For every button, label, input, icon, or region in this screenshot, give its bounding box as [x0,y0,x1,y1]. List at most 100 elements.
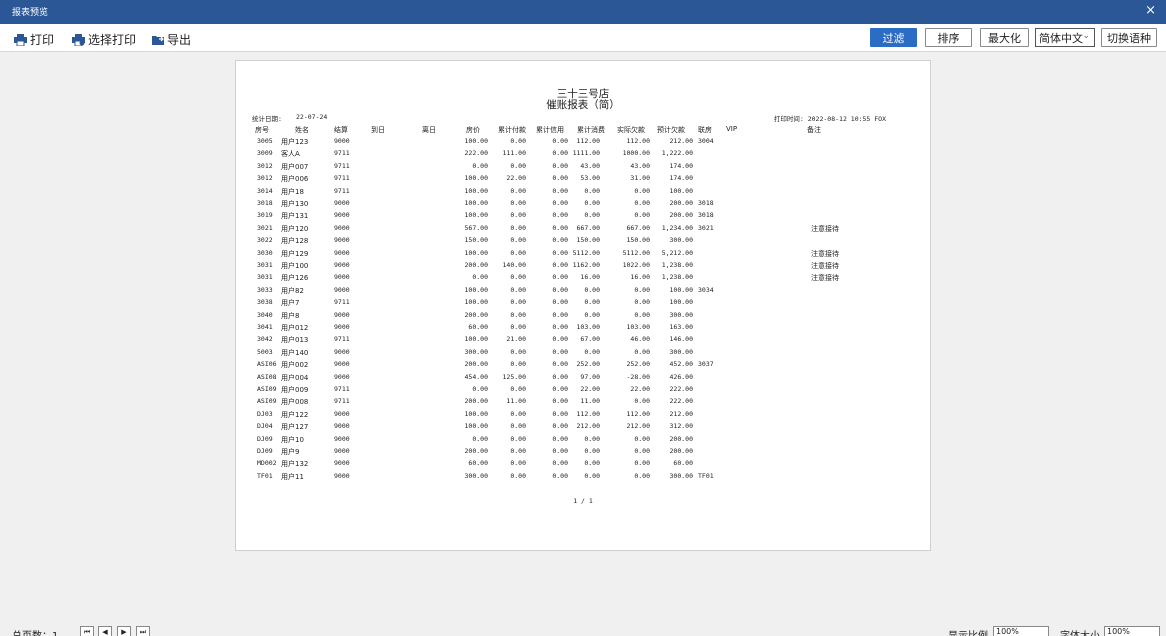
table-cell: 注意接待 [811,274,839,283]
table-cell: 9000 [334,261,350,269]
table-cell: 0.00 [510,323,526,331]
table-cell: 3030 [257,248,273,257]
table-cell: 0.00 [510,360,526,369]
column-header: 备注 [807,126,821,134]
table-cell: 用户130 [281,200,309,208]
column-header: 累计付款 [498,126,526,134]
prev-page-button[interactable]: ◀ [98,626,112,636]
next-page-button[interactable]: ▶ [117,626,131,636]
table-cell: 9000 [334,471,350,480]
switch-language-button[interactable]: 切换语种 [1101,28,1157,47]
table-cell: 0.00 [510,422,526,431]
close-icon[interactable]: × [1145,3,1156,18]
last-page-button[interactable]: ⏭ [136,626,150,636]
table-cell: 3033 [257,285,273,294]
table-cell: 0.00 [510,447,526,455]
table-cell: 9000 [334,372,350,381]
language-value: 简体中文 [1039,31,1083,45]
table-cell: 140.00 [502,261,526,269]
toolbar: 打印 选择打印 导出 过滤 排序 最大化 简体中文 ⌄ 切换语种 [0,24,1166,52]
column-header: 离日 [422,126,436,134]
table-cell: 21.00 [506,335,526,344]
table-cell: 103.00 [576,323,600,331]
table-cell: 9711 [334,335,350,344]
table-cell: 9000 [334,409,350,418]
filter-button[interactable]: 过滤 [870,28,917,47]
table-cell: 1,222.00 [661,149,693,158]
table-cell: 0.00 [510,285,526,294]
chevron-down-icon: ⌄ [1082,31,1090,41]
table-cell: 0.00 [510,248,526,257]
select-print-label: 选择打印 [88,33,137,47]
table-cell: 0.00 [584,298,600,307]
table-cell: 0.00 [510,186,526,195]
table-cell: 112.00 [576,137,600,145]
table-cell: 用户82 [281,286,304,295]
maximize-button[interactable]: 最大化 [980,28,1029,47]
export-button[interactable]: 导出 [152,31,191,48]
table-cell: 426.00 [669,372,693,381]
table-cell: 客人A [281,150,300,159]
table-cell: 3040 [257,310,273,319]
print-button[interactable]: 打印 [14,31,54,48]
table-cell: 用户007 [281,162,309,171]
table-cell: DJ09 [257,447,273,455]
table-cell: 200.00 [669,199,693,207]
table-cell: MD002 [257,459,277,468]
table-cell: 312.00 [669,422,693,431]
printer-icon [14,33,27,46]
column-header: 到日 [371,126,385,134]
status-bar: 总页数：1 ⏮ ◀ ▶ ⏭ 显示比例 100% 字体大小 100% [0,624,1166,636]
table-cell: 3004 [698,137,714,145]
table-cell: 0.00 [584,310,600,319]
table-cell: DJ09 [257,434,273,443]
table-cell: 60.00 [673,459,693,468]
table-cell: 用户012 [281,324,309,332]
table-cell: 3014 [257,186,273,195]
table-cell: 9000 [334,459,350,468]
table-cell: 3034 [698,285,714,294]
stat-date-label: 统计日期: [252,115,282,123]
table-cell: 97.00 [580,372,600,381]
table-cell: 9711 [334,161,350,170]
table-cell: 300.00 [669,236,693,245]
table-cell: 452.00 [669,360,693,369]
table-cell: 用户140 [281,348,309,357]
table-cell: 用户129 [281,249,309,258]
table-cell: 212.00 [576,422,600,431]
table-cell: 3042 [257,335,273,344]
sort-button[interactable]: 排序 [925,28,972,47]
font-size-label: 字体大小 [1060,627,1100,636]
window-title: 报表预览 [12,8,49,18]
table-cell: 667.00 [576,223,600,232]
table-cell: 注意接待 [811,249,839,258]
table-cell: 用户123 [281,138,309,146]
table-cell: 100.00 [669,285,693,294]
language-select[interactable]: 简体中文 ⌄ [1035,28,1095,47]
table-cell: 用户126 [281,274,309,283]
table-cell: 注意接待 [811,262,839,270]
table-cell: 9000 [334,310,350,319]
table-cell: 53.00 [580,174,600,183]
table-cell: 0.00 [584,347,600,356]
page-indicator: 1 / 1 [573,497,593,505]
first-page-button[interactable]: ⏮ [80,626,94,636]
table-cell: 0.00 [584,186,600,195]
scale-select[interactable]: 100% [993,626,1049,636]
table-cell: 3009 [257,149,273,158]
table-cell: 9711 [334,174,350,183]
table-cell: 22.00 [580,385,600,393]
select-print-button[interactable]: 选择打印 [72,31,136,48]
font-size-select[interactable]: 100% [1104,626,1160,636]
stat-date: 22-07-24 [296,113,328,121]
table-cell: 3041 [257,323,273,331]
table-cell: 9000 [334,273,350,282]
table-cell: 1162.00 [572,261,600,269]
table-cell: 用户18 [281,187,304,196]
table-cell: 3038 [257,298,273,307]
table-cell: 3021 [698,223,714,232]
table-cell: 3031 [257,261,273,269]
table-cell: 9000 [334,223,350,232]
table-cell: 0.00 [510,236,526,245]
table-cell: 125.00 [502,372,526,381]
